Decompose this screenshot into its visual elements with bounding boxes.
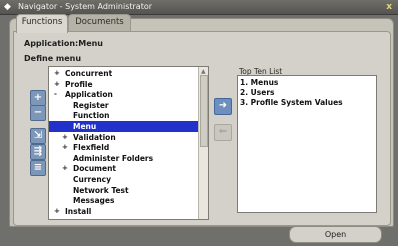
tree-item[interactable]: Administer Folders <box>49 153 198 164</box>
tree-item-label: Validation <box>73 132 116 142</box>
collapse-button[interactable]: − <box>30 105 46 121</box>
expand-all-button[interactable]: ⇶ <box>30 144 46 160</box>
top-ten-item[interactable]: 2. Users <box>240 88 274 98</box>
tree-item[interactable]: + Document <box>49 163 198 174</box>
expand-button[interactable]: + <box>30 90 46 106</box>
scroll-up-icon[interactable]: ▲ <box>201 68 206 75</box>
expand-node-icon[interactable]: + <box>62 142 68 153</box>
context-heading: Application:Menu <box>24 39 104 48</box>
tree-item[interactable]: Messages <box>49 195 198 206</box>
tree-item[interactable]: + Flexfield <box>49 142 198 153</box>
close-icon[interactable]: x <box>386 1 392 13</box>
expand-node-icon[interactable]: + <box>54 68 60 79</box>
tree-item-label: Function <box>73 111 110 121</box>
tree-item-label: Messages <box>73 196 115 206</box>
expand-node-icon[interactable]: + <box>54 79 60 90</box>
expand-branch-button[interactable]: ⇲ <box>30 128 46 144</box>
tree-item-label: Concurrent <box>65 69 113 78</box>
tree-item[interactable]: + Validation <box>49 132 198 143</box>
tree-item-label: Install <box>65 206 92 216</box>
tree-item-label: Register <box>73 100 109 110</box>
expand-node-icon[interactable]: + <box>62 132 68 143</box>
top-ten-item[interactable]: 3. Profile System Values <box>240 98 343 108</box>
tree-item-label: Application <box>65 90 113 100</box>
tree-item[interactable]: Network Test <box>49 185 198 196</box>
tree-item[interactable]: - Application <box>49 89 198 100</box>
collapse-node-icon[interactable]: - <box>54 89 57 100</box>
tree-item-label: Administer Folders <box>73 153 154 163</box>
navigator-window: ◆ Navigator - System Administrator x Fun… <box>0 0 398 246</box>
top-ten-item[interactable]: 1. Menus <box>240 78 278 88</box>
tree-item-label: Menu <box>73 122 97 131</box>
define-menu-heading: Define menu <box>24 54 82 63</box>
tab-functions[interactable]: Functions <box>16 14 68 33</box>
expand-node-icon[interactable]: + <box>62 163 68 174</box>
tree-item[interactable]: Register <box>49 100 198 111</box>
tab-documents[interactable]: Documents <box>68 14 131 32</box>
collapse-all-button[interactable]: ≡ <box>30 160 46 176</box>
expand-node-icon[interactable]: + <box>54 206 60 217</box>
window-title: Navigator - System Administrator <box>18 2 153 11</box>
tree-item[interactable]: + Profile <box>49 79 198 90</box>
tree-item[interactable]: Currency <box>49 174 198 185</box>
add-to-top-ten-button[interactable]: ➜ <box>214 98 232 115</box>
tree-item-label: Currency <box>73 175 112 184</box>
tree-item-label: Network Test <box>73 185 129 195</box>
remove-from-top-ten-button[interactable]: ⇐ <box>214 124 232 141</box>
tree-item[interactable]: + Concurrent <box>49 68 198 79</box>
tree-item-label: Flexfield <box>73 143 110 153</box>
tree-item[interactable]: + Install <box>49 206 198 217</box>
function-tree[interactable]: + Concurrent + Profile - Application Register F… <box>48 66 209 220</box>
navigator-app-icon: ◆ <box>4 2 11 12</box>
tree-scrollbar[interactable]: ▲ <box>198 67 208 219</box>
top-ten-list[interactable]: 1. Menus 2. Users 3. Profile System Valu… <box>237 75 377 213</box>
title-bar[interactable]: ◆ Navigator - System Administrator x <box>0 0 398 15</box>
open-button[interactable]: Open <box>289 226 382 243</box>
tree-item-label: Profile <box>65 79 93 89</box>
tree-item[interactable]: Function <box>49 110 198 121</box>
tree-item-label: Document <box>73 164 116 174</box>
tree-item[interactable]: Menu <box>49 121 198 132</box>
scroll-thumb[interactable] <box>200 75 208 147</box>
